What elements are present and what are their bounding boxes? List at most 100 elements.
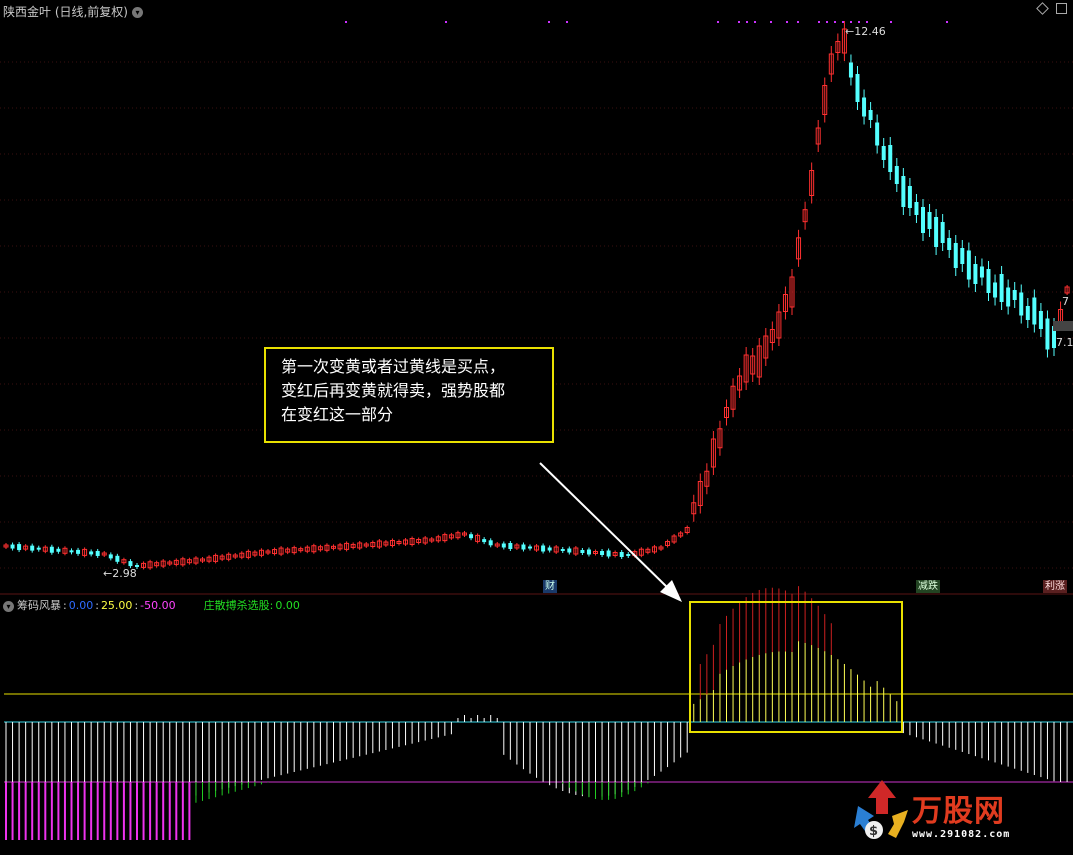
candle-body bbox=[547, 547, 552, 551]
candle-body bbox=[999, 274, 1004, 302]
indicator-v3: -50.00 bbox=[140, 599, 176, 612]
candle-body bbox=[986, 269, 991, 293]
rise-marker[interactable]: 利涨 bbox=[1043, 580, 1067, 593]
candle-body bbox=[49, 546, 54, 553]
signal-dot bbox=[445, 21, 447, 23]
candle-body bbox=[108, 554, 113, 559]
candle-body bbox=[914, 202, 919, 215]
chevron-down-icon[interactable]: ▾ bbox=[3, 600, 14, 612]
signal-dot bbox=[770, 21, 772, 23]
signal-dot bbox=[548, 21, 550, 23]
signal-dot bbox=[754, 21, 756, 23]
signal-dot bbox=[566, 21, 568, 23]
high-price-label: ←12.46 bbox=[845, 25, 886, 38]
signal-dot bbox=[818, 21, 820, 23]
chart-window: 陕西金叶 (日线,前复权) ▾ ←12.46 ←2.98 7 7.1 财 减跌 利… bbox=[0, 0, 1073, 855]
signal-dot bbox=[826, 21, 828, 23]
signal-dot bbox=[946, 21, 948, 23]
right-price-marker bbox=[1053, 321, 1073, 331]
candle-body bbox=[586, 549, 591, 555]
signal-dot bbox=[866, 21, 868, 23]
candle-body bbox=[940, 222, 945, 243]
candle-body bbox=[1006, 287, 1011, 307]
candle-body bbox=[934, 217, 939, 247]
candle-body bbox=[521, 544, 526, 550]
candle-body bbox=[868, 110, 873, 120]
low-price-label: ←2.98 bbox=[103, 567, 137, 580]
candle-body bbox=[580, 550, 585, 553]
candle-body bbox=[1032, 297, 1037, 325]
candle-body bbox=[541, 545, 546, 552]
candle-body bbox=[875, 122, 880, 146]
annotation-arrow bbox=[539, 462, 671, 591]
candle-body bbox=[1012, 290, 1017, 300]
candle-body bbox=[30, 545, 35, 551]
candle-body bbox=[488, 540, 493, 546]
signal-dot bbox=[717, 21, 719, 23]
candle-body bbox=[907, 186, 912, 208]
candle-body bbox=[469, 534, 474, 539]
candle-body bbox=[888, 145, 893, 172]
indicator-header[interactable]: ▾ 筹码风暴:0.00:25.00: -50.00 庄散搏杀选股: 0.00 bbox=[3, 597, 302, 613]
indicator-label2: 庄散搏杀选股: bbox=[203, 599, 274, 612]
annotation-line-3: 在变红这一部分 bbox=[281, 405, 394, 424]
chart-title[interactable]: 陕西金叶 (日线,前复权) ▾ bbox=[3, 3, 143, 20]
candle-body bbox=[76, 549, 81, 554]
candle-body bbox=[69, 550, 74, 553]
candle-body bbox=[953, 243, 958, 268]
right-price-label-1: 7 bbox=[1062, 295, 1069, 308]
candle-body bbox=[901, 176, 906, 207]
signal-dot bbox=[834, 21, 836, 23]
candle-body bbox=[128, 561, 133, 567]
candle-body bbox=[528, 546, 532, 549]
candle-body bbox=[973, 264, 978, 284]
indicator-v1: 0.00 bbox=[68, 599, 94, 612]
candle-body bbox=[855, 74, 860, 102]
signal-dot bbox=[797, 21, 799, 23]
candle-body bbox=[862, 97, 867, 117]
annotation-line-1: 第一次变黄或者过黄线是买点， bbox=[281, 357, 506, 376]
signal-dot bbox=[738, 21, 740, 23]
indicator-name: 筹码风暴 bbox=[17, 599, 61, 612]
candle-body bbox=[947, 238, 952, 250]
signal-dot bbox=[850, 21, 852, 23]
signal-dot bbox=[345, 21, 347, 23]
candle-body bbox=[966, 250, 971, 280]
candle-body bbox=[894, 166, 899, 184]
right-price-label-2: 7.1 bbox=[1056, 336, 1073, 349]
candle-body bbox=[921, 207, 925, 233]
candle-body bbox=[560, 549, 565, 551]
annotation-line-2: 变红后再变黄就得卖，强势股都 bbox=[281, 381, 506, 400]
svg-text:$: $ bbox=[869, 824, 878, 839]
candle-body bbox=[927, 212, 932, 229]
candle-body bbox=[960, 248, 965, 264]
indicator-v4: 0.00 bbox=[275, 599, 300, 612]
candle-body bbox=[95, 550, 100, 556]
signal-dot bbox=[746, 21, 748, 23]
candle-body bbox=[501, 543, 506, 548]
maximize-icon[interactable] bbox=[1056, 3, 1067, 14]
candle-body bbox=[508, 543, 513, 549]
drop-marker[interactable]: 减跌 bbox=[916, 580, 940, 593]
signal-dot bbox=[858, 21, 860, 23]
logo-emblem-icon: $ bbox=[854, 780, 908, 839]
candle-body bbox=[115, 555, 120, 562]
candle-body bbox=[482, 539, 487, 543]
candle-body bbox=[567, 548, 572, 553]
candle-body bbox=[1025, 306, 1030, 320]
candle-body bbox=[600, 551, 605, 555]
candle-body bbox=[56, 548, 61, 552]
candle-body bbox=[1038, 311, 1043, 329]
candle-body bbox=[36, 547, 41, 550]
signal-dot bbox=[842, 21, 844, 23]
signal-dot bbox=[890, 21, 892, 23]
chevron-down-icon[interactable]: ▾ bbox=[132, 7, 143, 18]
candle-body bbox=[626, 554, 631, 556]
candle-body bbox=[606, 550, 611, 557]
candle-body bbox=[979, 266, 984, 278]
candle-body bbox=[1019, 292, 1024, 316]
candle-body bbox=[848, 62, 853, 78]
stock-title-label: 陕西金叶 (日线,前复权) bbox=[3, 5, 128, 19]
finance-marker[interactable]: 财 bbox=[543, 580, 557, 593]
candle-body bbox=[993, 282, 998, 298]
